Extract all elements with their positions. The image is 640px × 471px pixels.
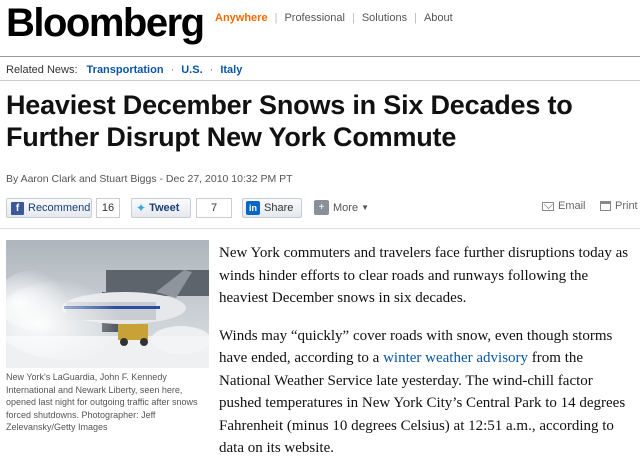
article-photo[interactable] bbox=[6, 240, 209, 368]
related-separator: · bbox=[170, 64, 175, 76]
article-paragraph-2: Winds may “quickly” cover roads with sno… bbox=[219, 325, 635, 460]
recommend-count: 16 bbox=[96, 198, 120, 218]
article-byline: By Aaron Clark and Stuart Biggs - Dec 27… bbox=[6, 173, 293, 185]
nav-separator: | bbox=[414, 12, 417, 24]
nav-separator: | bbox=[351, 12, 355, 24]
toolbar-divider bbox=[0, 228, 640, 229]
linkedin-share-label: Share bbox=[264, 202, 294, 214]
tweet-count: 7 bbox=[196, 198, 232, 218]
article-body: New York commuters and travelers face fu… bbox=[219, 242, 635, 471]
related-link-italy[interactable]: Italy bbox=[220, 63, 242, 77]
envelope-icon bbox=[542, 201, 554, 211]
printer-icon bbox=[600, 201, 611, 211]
article-headline: Heaviest December Snows in Six Decades t… bbox=[6, 90, 573, 152]
related-news-bar: Related News: Transportation · U.S. · It… bbox=[6, 63, 242, 77]
recommend-label: Recommend bbox=[28, 202, 91, 214]
email-label: Email bbox=[558, 200, 586, 212]
nav-anywhere[interactable]: Anywhere bbox=[215, 11, 268, 25]
related-link-us[interactable]: U.S. bbox=[181, 63, 202, 77]
tweet-button[interactable]: ✦ Tweet bbox=[131, 198, 191, 218]
facebook-recommend-button[interactable]: f Recommend bbox=[6, 198, 92, 218]
tweet-label: Tweet bbox=[149, 202, 180, 214]
nav-professional[interactable]: Professional bbox=[284, 11, 345, 25]
related-separator: · bbox=[209, 64, 214, 76]
photo-caption: New York's LaGuardia, John F. Kennedy In… bbox=[6, 372, 198, 432]
nav-about[interactable]: About bbox=[424, 11, 453, 25]
facebook-icon: f bbox=[11, 201, 24, 215]
email-button[interactable]: Email bbox=[542, 200, 586, 212]
related-link-transportation[interactable]: Transportation bbox=[87, 63, 164, 77]
more-share-button[interactable]: + More ▼ bbox=[314, 200, 369, 215]
share-toolbar: f Recommend 16 ✦ Tweet 7 in Share + More… bbox=[6, 198, 640, 220]
more-label: More bbox=[333, 201, 359, 214]
top-nav: Anywhere | Professional | Solutions | Ab… bbox=[215, 11, 453, 25]
share-plus-icon: + bbox=[314, 200, 329, 215]
twitter-bird-icon: ✦ bbox=[136, 201, 147, 215]
print-label: Print bbox=[615, 200, 638, 212]
related-news-label: Related News: bbox=[6, 64, 78, 76]
related-divider bbox=[0, 80, 640, 81]
airport-snow-photo bbox=[6, 240, 209, 368]
chevron-down-icon: ▼ bbox=[361, 203, 369, 212]
linkedin-share-button[interactable]: in Share bbox=[242, 198, 302, 218]
header-divider bbox=[0, 56, 640, 57]
nav-separator: | bbox=[274, 12, 278, 24]
nav-solutions[interactable]: Solutions bbox=[362, 11, 407, 25]
winter-weather-advisory-link[interactable]: winter weather advisory bbox=[383, 350, 528, 366]
article-paragraph-1: New York commuters and travelers face fu… bbox=[219, 245, 629, 306]
print-button[interactable]: Print bbox=[600, 200, 638, 212]
linkedin-icon: in bbox=[246, 201, 260, 215]
bloomberg-logo[interactable]: Bloomberg bbox=[6, 1, 205, 45]
